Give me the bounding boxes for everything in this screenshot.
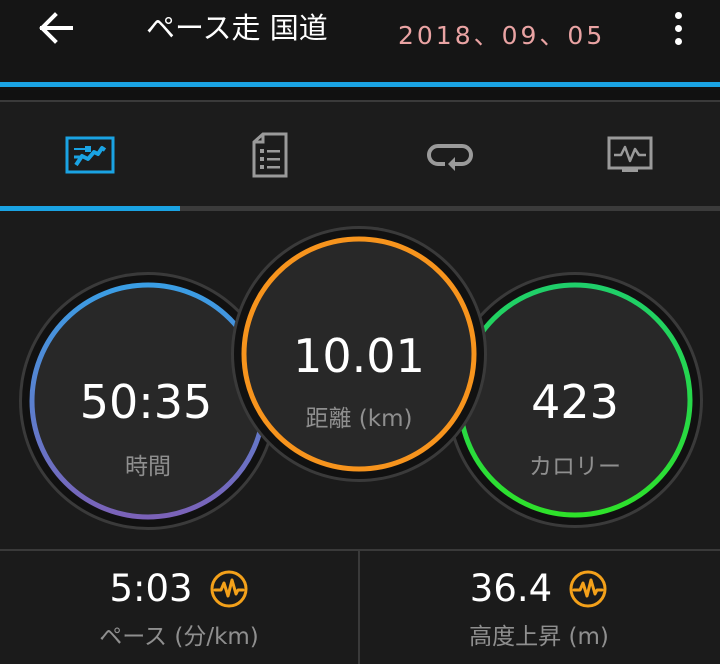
elevation-value: 36.4 <box>469 567 553 610</box>
tab-bar <box>0 102 720 208</box>
more-vertical-icon-dot <box>674 37 682 45</box>
tab-details[interactable] <box>180 102 360 208</box>
summary-chart-icon <box>65 136 115 174</box>
distance-ring: 10.01 距離 (km) <box>234 229 484 479</box>
app-header: ペース走 国道 2018、09、05 <box>0 0 720 84</box>
tab-graphs[interactable] <box>540 102 720 208</box>
header-accent-line <box>0 82 720 87</box>
pace-label: ペース (分/km) <box>99 624 259 650</box>
elevation-label: 高度上昇 (m) <box>469 624 609 650</box>
activity-date: 2018、09、05 <box>398 21 606 50</box>
distance-value: 10.01 <box>293 329 425 383</box>
arrow-left-icon <box>39 12 73 44</box>
tab-laps[interactable] <box>360 102 540 208</box>
document-list-icon <box>252 132 288 178</box>
pace-value: 5:03 <box>109 567 193 610</box>
laps-loop-icon <box>427 144 473 171</box>
more-vertical-icon <box>674 11 682 19</box>
pace-metric: 5:03 ペース (分/km) <box>0 551 358 664</box>
back-button[interactable] <box>26 6 86 50</box>
more-menu-button[interactable] <box>658 6 698 50</box>
tab-summary[interactable] <box>0 102 180 208</box>
calories-label: カロリー <box>529 454 621 480</box>
elevation-metric: 36.4 高度上昇 (m) <box>360 551 718 664</box>
calories-ring: 423 カロリー <box>450 275 700 525</box>
pace-wave-icon[interactable] <box>209 569 249 609</box>
elevation-row: 36.4 <box>360 567 718 610</box>
graph-monitor-icon <box>607 136 653 172</box>
elevation-wave-icon[interactable] <box>568 569 608 609</box>
calories-value: 423 <box>531 375 619 429</box>
page-title: ペース走 国道 <box>146 11 328 45</box>
metrics-panel: 5:03 ペース (分/km) 36.4 高度上昇 (m) <box>0 551 720 664</box>
distance-label: 距離 (km) <box>305 406 413 432</box>
pace-row: 5:03 <box>0 567 358 610</box>
more-vertical-icon-dot <box>674 24 682 32</box>
metrics-vertical-divider <box>358 551 360 664</box>
